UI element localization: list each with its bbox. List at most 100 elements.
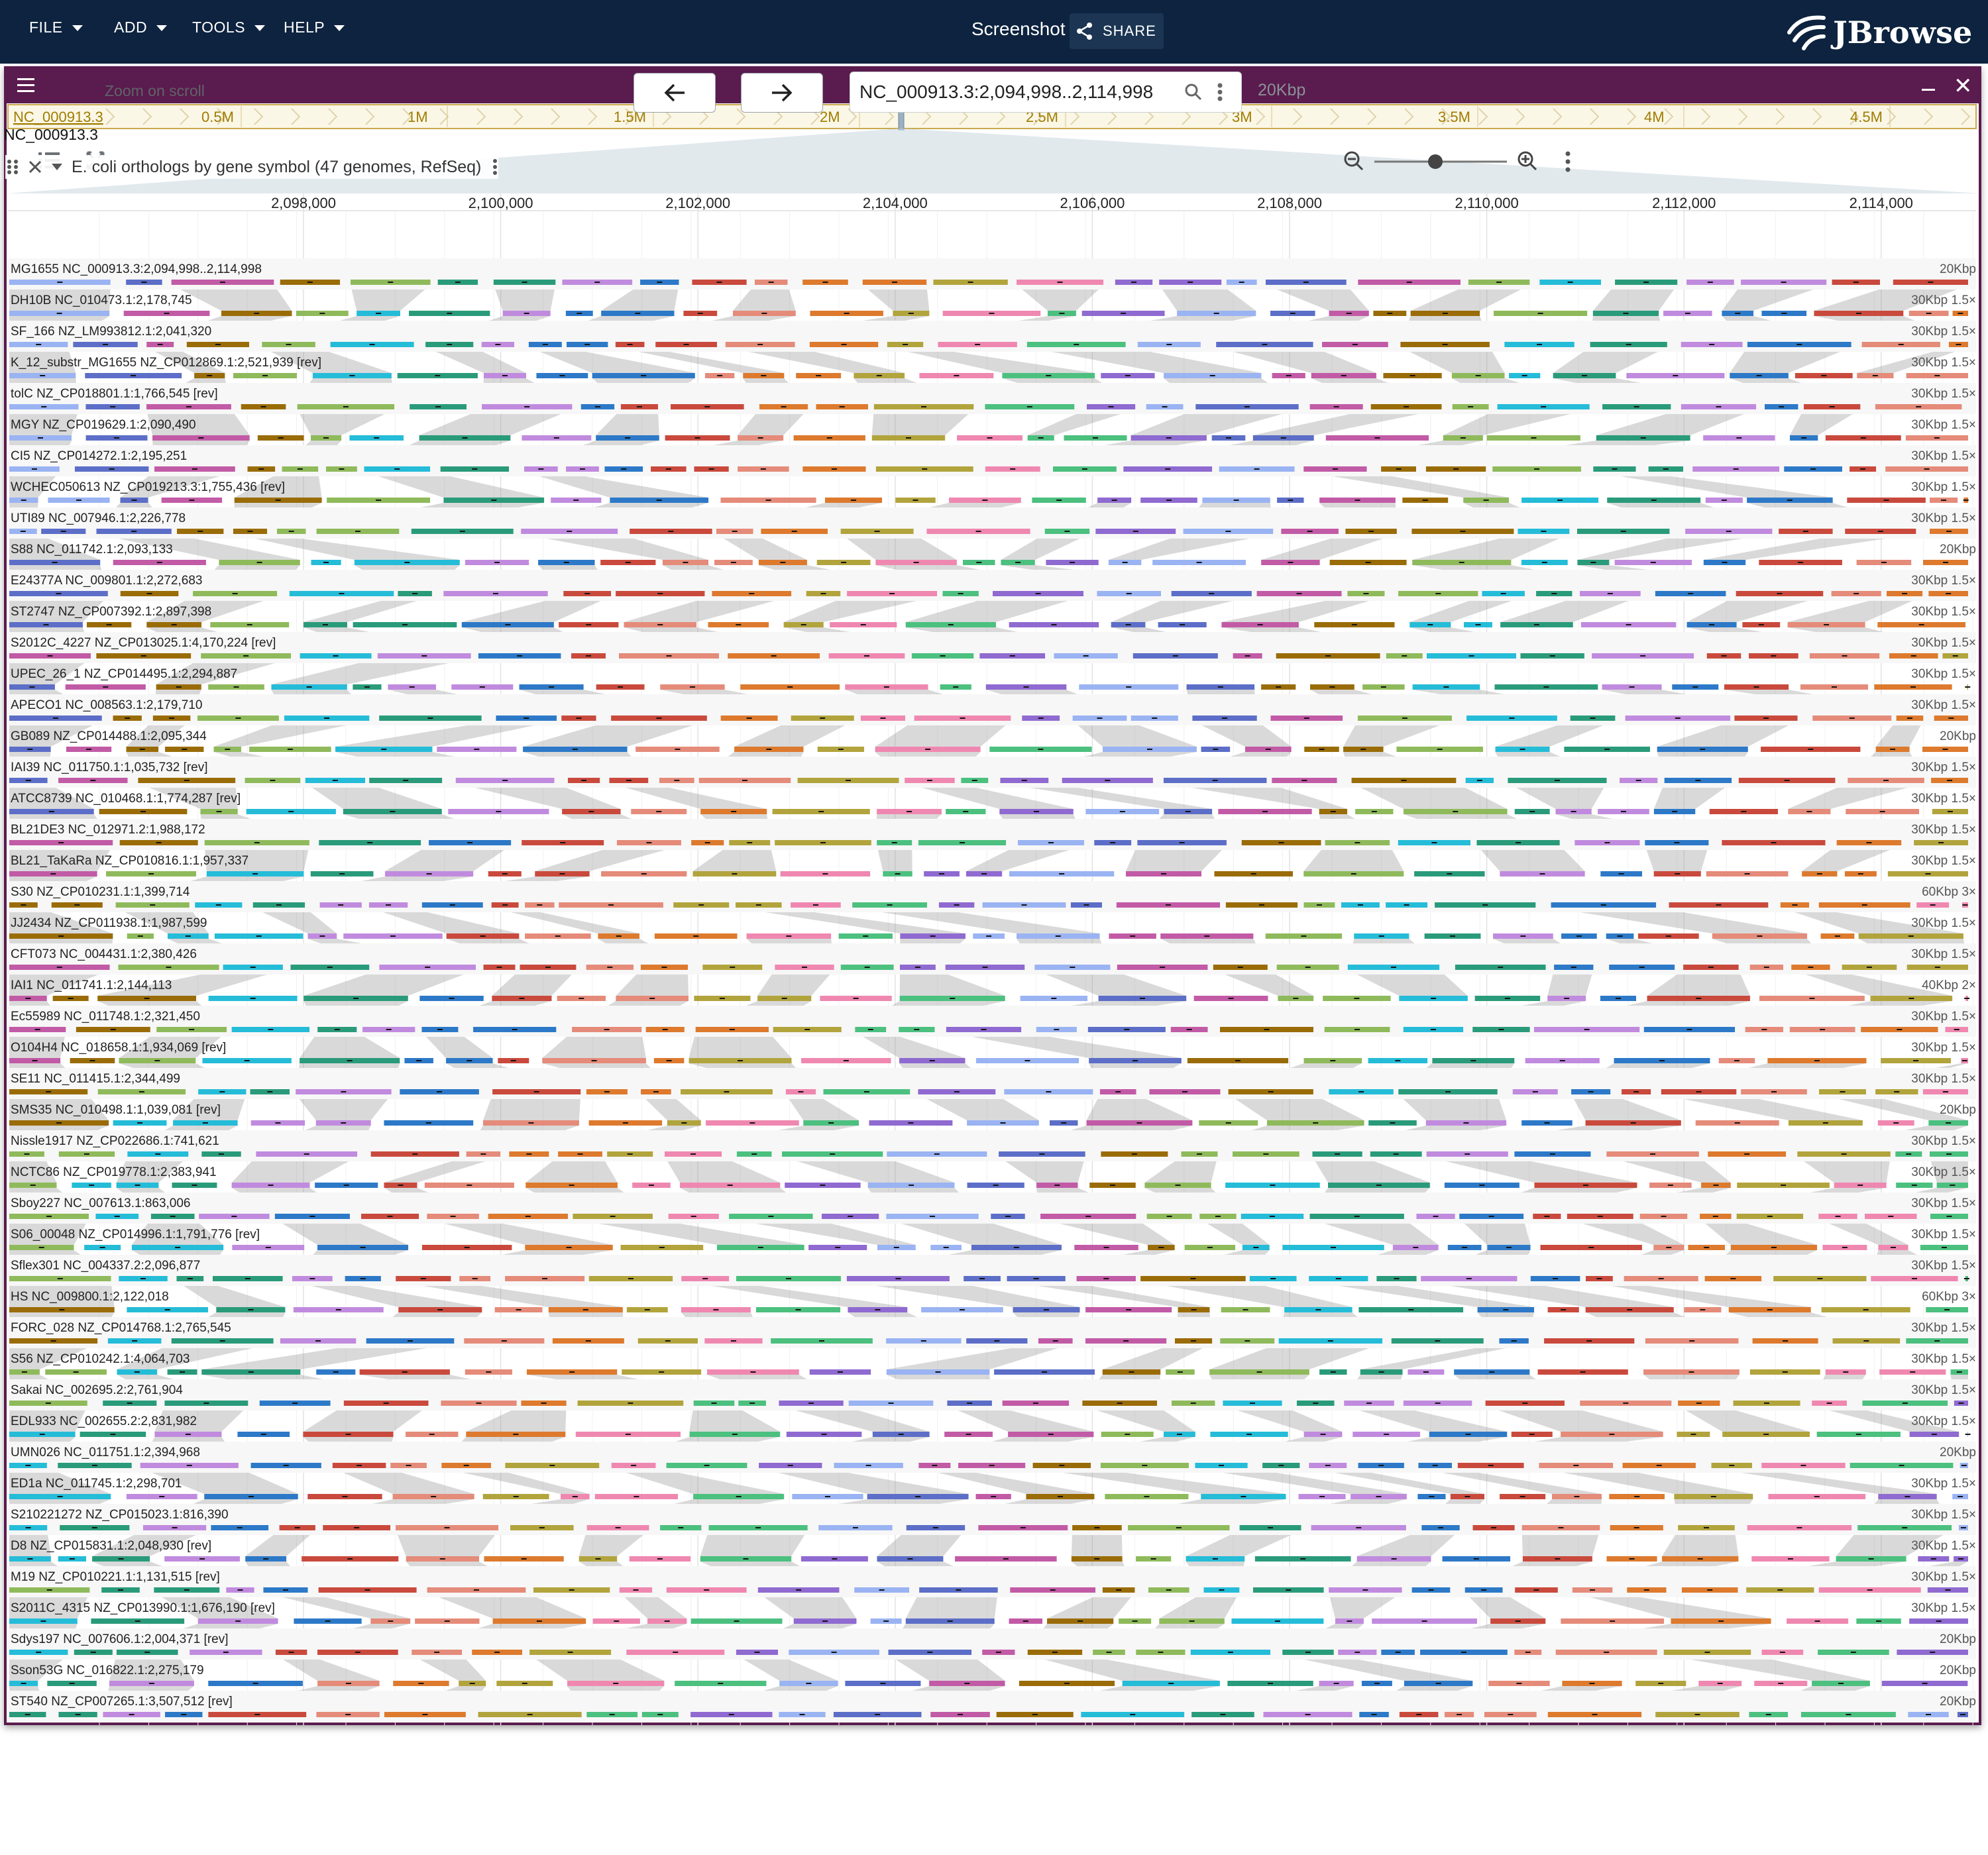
- scroll-left-button[interactable]: [634, 73, 716, 113]
- genome-row-scale: 30Kbp 1.5×: [1911, 792, 1976, 806]
- genome-row-scale: 60Kbp 3×: [1922, 1290, 1976, 1304]
- genome-row-label: ED1a NC_011745.1:2,298,701: [11, 1477, 182, 1491]
- collapse-track-icon[interactable]: [50, 162, 64, 172]
- genome-row-scale: 40Kbp 2×: [1922, 979, 1976, 992]
- bp-per-px-label: 20Kbp: [1258, 81, 1306, 99]
- genome-row-label: UPEC_26_1 NZ_CP014495.1:2,294,887: [11, 667, 237, 681]
- scroll-right-button[interactable]: [741, 73, 823, 113]
- genome-row-label: Sson53G NC_016822.1:2,275,179: [11, 1664, 204, 1677]
- zoom-on-scroll-label[interactable]: Zoom on scroll: [105, 82, 205, 100]
- genome-row-label: SE11 NC_011415.1:2,344,499: [11, 1072, 180, 1086]
- genome-row-scale: 20Kbp: [1940, 543, 1976, 556]
- synteny-canvas: NC_000913.3 0.5M 1M 1.5M 2M 2.5M 3M 3.5M 4M 4.5M …: [7, 103, 1981, 1725]
- genome-row-label: Nissle1917 NZ_CP022686.1:741,621: [11, 1134, 219, 1148]
- genome-row-scale: 30Kbp 1.5×: [1911, 480, 1976, 494]
- overview-refname: NC_000913.3: [13, 109, 103, 125]
- arrow-right-icon: [772, 83, 793, 102]
- genome-row-scale: 30Kbp 1.5×: [1911, 356, 1976, 370]
- zoom-slider-thumb[interactable]: [1428, 154, 1443, 169]
- ruler-tick-label: 2,114,000: [1850, 195, 1913, 211]
- genome-row-label: M19 NZ_CP010221.1:1,131,515 [rev]: [11, 1570, 220, 1584]
- genome-row-label: Sdys197 NC_007606.1:2,004,371 [rev]: [11, 1632, 229, 1646]
- genome-row-scale: 30Kbp 1.5×: [1911, 1134, 1976, 1148]
- genome-row-label: FORC_028 NZ_CP014768.1:2,765,545: [11, 1321, 231, 1335]
- genome-row-scale: 30Kbp 1.5×: [1911, 854, 1976, 868]
- genome-row-scale: 30Kbp 1.5×: [1911, 387, 1976, 401]
- genome-row-label: GB089 NZ_CP014488.1:2,095,344: [11, 729, 207, 743]
- track-label: E. coli orthologs by gene symbol (47 gen…: [5, 155, 499, 179]
- genome-row-label: DH10B NC_010473.1:2,178,745: [11, 293, 192, 307]
- location-options-icon[interactable]: [1212, 81, 1228, 103]
- genome-row-scale: 30Kbp 1.5×: [1911, 1477, 1976, 1491]
- genome-row-scale: 30Kbp 1.5×: [1911, 1010, 1976, 1024]
- genome-row-scale: 30Kbp 1.5×: [1911, 1508, 1976, 1522]
- genome-row-scale: 30Kbp 1.5×: [1911, 1570, 1976, 1584]
- location-input[interactable]: [859, 81, 1178, 103]
- genome-row-label: Sflex301 NC_004337.2:2,096,877: [11, 1259, 200, 1273]
- genome-row-label: K_12_substr_MG1655 NZ_CP012869.1:2,521,9…: [11, 356, 321, 370]
- genome-row-label: ATCC8739 NC_010468.1:1,774,287 [rev]: [11, 792, 241, 806]
- track-name: E. coli orthologs by gene symbol (47 gen…: [72, 157, 482, 176]
- genome-row-scale: 20Kbp: [1940, 262, 1976, 276]
- ruler-tick-label: 2,106,000: [1060, 195, 1125, 211]
- genome-row-scale: 60Kbp 3×: [1922, 885, 1976, 899]
- genome-row-scale: 30Kbp 1.5×: [1911, 1601, 1976, 1615]
- genome-row-scale: 30Kbp 1.5×: [1911, 1352, 1976, 1366]
- genome-row-scale: 30Kbp 1.5×: [1911, 449, 1976, 463]
- overview-tick-label: 0.5M: [201, 109, 234, 125]
- genome-row-scale: 30Kbp 1.5×: [1911, 418, 1976, 432]
- genome-row-label: Sakai NC_002695.2:2,761,904: [11, 1383, 183, 1397]
- genome-row-scale: 30Kbp 1.5×: [1911, 511, 1976, 525]
- genome-row-scale: 20Kbp: [1940, 729, 1976, 743]
- genome-row-label: tolC NZ_CP018801.1:1,766,545 [rev]: [11, 387, 218, 401]
- genome-row-scale: 30Kbp 1.5×: [1911, 1539, 1976, 1553]
- genome-row-label: S06_00048 NZ_CP014996.1:1,791,776 [rev]: [11, 1228, 260, 1242]
- close-track-icon[interactable]: [28, 160, 42, 174]
- ruler-tick-label: 2,102,000: [665, 195, 730, 211]
- genome-row-label: SF_166 NZ_LM993812.1:2,041,320: [11, 325, 211, 339]
- genome-row-label: CI5 NZ_CP014272.1:2,195,251: [11, 449, 187, 463]
- genome-row-label: S56 NZ_CP010242.1:4,064,703: [11, 1352, 190, 1366]
- genome-row-scale: 30Kbp 1.5×: [1911, 823, 1976, 837]
- search-icon[interactable]: [1183, 81, 1204, 103]
- track-options-icon[interactable]: [492, 158, 498, 176]
- genome-row-scale: 20Kbp: [1940, 1695, 1976, 1709]
- overview-scalebar[interactable]: NC_000913.3 0.5M 1M 1.5M 2M 2.5M 3M 3.5M 4M 4.5M: [7, 103, 1981, 193]
- genome-row-label: MG1655 NC_000913.3:2,094,998..2,114,998: [11, 262, 262, 276]
- genome-row-scale: 20Kbp: [1940, 1103, 1976, 1117]
- drag-handle-icon[interactable]: [5, 158, 20, 176]
- genome-row-label: BL21_TaKaRa NZ_CP010816.1:1,957,337: [11, 854, 248, 868]
- location-search-box[interactable]: [850, 72, 1242, 113]
- genome-row-label: S2011C_4315 NZ_CP013990.1:1,676,190 [rev…: [11, 1601, 275, 1615]
- genome-row-scale: 30Kbp 1.5×: [1911, 636, 1976, 650]
- genome-row-scale: 30Kbp 1.5×: [1911, 1259, 1976, 1273]
- genome-row-scale: 30Kbp 1.5×: [1911, 574, 1976, 588]
- genome-row-label: ST540 NZ_CP007265.1:3,507,512 [rev]: [11, 1695, 233, 1709]
- genome-row-label: Ec55989 NC_011748.1:2,321,450: [11, 1010, 200, 1024]
- genome-row-label: ST2747 NZ_CP007392.1:2,897,398: [11, 605, 211, 619]
- genome-row-scale: 30Kbp 1.5×: [1911, 1321, 1976, 1335]
- overview-tick-label: 4.5M: [1850, 109, 1883, 125]
- genome-row-label: HS NC_009800.1:2,122,018: [11, 1290, 169, 1304]
- genome-row-label: E24377A NC_009801.1:2,272,683: [11, 574, 202, 588]
- genome-row-scale: 30Kbp 1.5×: [1911, 325, 1976, 339]
- view-options-icon[interactable]: [1565, 151, 1571, 172]
- genome-row-label: WCHEC050613 NZ_CP019213.3:1,755,436 [rev…: [11, 480, 285, 494]
- genome-row-scale: 20Kbp: [1940, 1446, 1976, 1459]
- overview-tick-label: 2M: [820, 109, 840, 125]
- genome-row-label: CFT073 NC_004431.1:2,380,426: [11, 947, 197, 961]
- genome-row-scale: 30Kbp 1.5×: [1911, 947, 1976, 961]
- ruler-tick-label: 2,100,000: [469, 195, 533, 211]
- overview-tick-label: 1M: [408, 109, 428, 125]
- genome-row-label: IAI39 NC_011750.1:1,035,732 [rev]: [11, 761, 208, 774]
- overview-tick-label: 4M: [1644, 109, 1665, 125]
- genome-row-scale: 30Kbp 1.5×: [1911, 1041, 1976, 1055]
- genome-row-label: Sboy227 NC_007613.1:863,006: [11, 1196, 191, 1210]
- genome-row-label: O104H4 NC_018658.1:1,934,069 [rev]: [11, 1041, 226, 1055]
- genome-row-label: UMN026 NC_011751.1:2,394,968: [11, 1446, 200, 1459]
- ruler-tick-label: 2,108,000: [1257, 195, 1322, 211]
- overview-tick-label: 3.5M: [1438, 109, 1470, 125]
- ruler-tick-label: 2,098,000: [271, 195, 336, 211]
- genome-row-scale: 30Kbp 1.5×: [1911, 293, 1976, 307]
- genome-row-scale: 30Kbp 1.5×: [1911, 667, 1976, 681]
